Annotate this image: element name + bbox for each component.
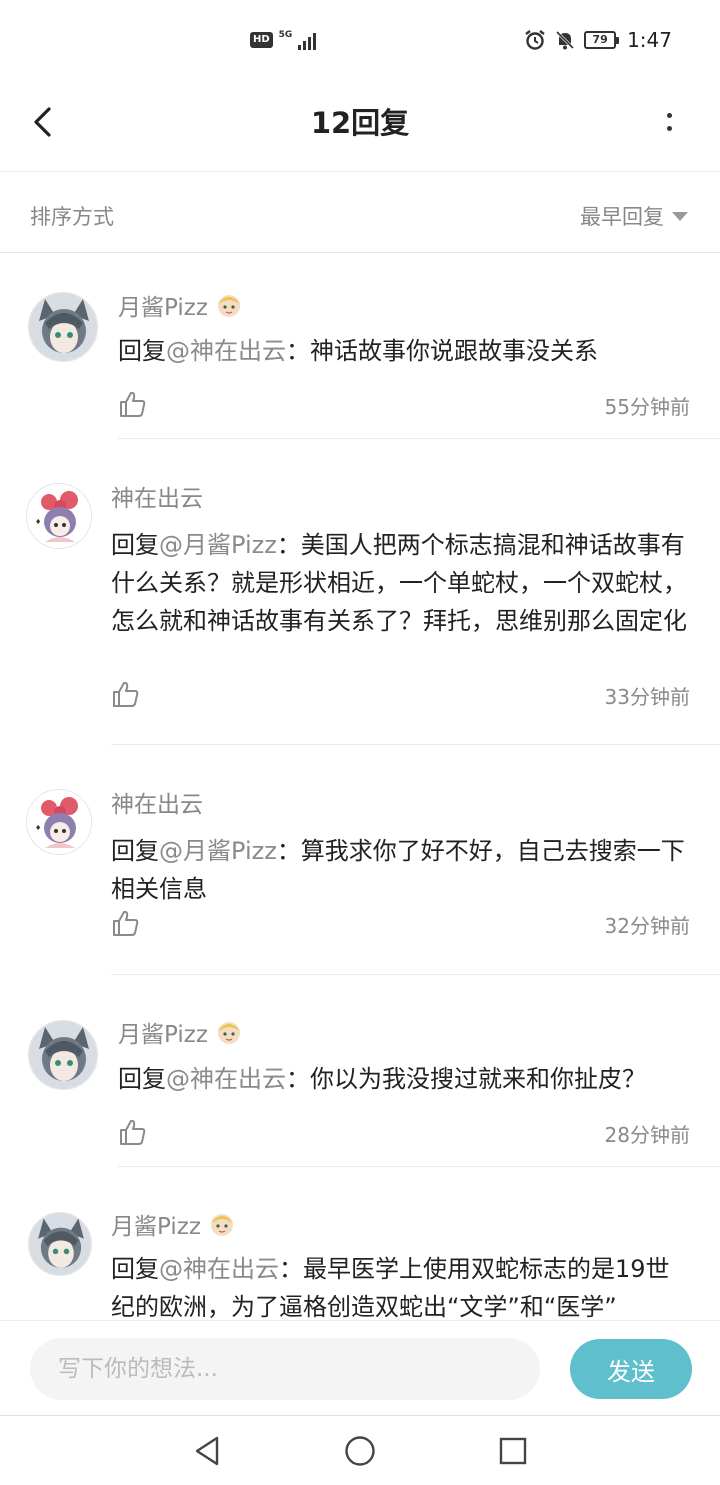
sort-selected-value: 最早回复 xyxy=(580,205,664,229)
svg-text:♦: ♦ xyxy=(35,518,41,526)
author-name[interactable]: 神在出云 xyxy=(111,785,203,819)
clock: 1:47 xyxy=(627,28,672,52)
hd-badge: HD xyxy=(250,32,273,48)
mute-bell-icon xyxy=(556,30,575,50)
page-title: 12回复 xyxy=(310,106,410,140)
nav-home-button[interactable] xyxy=(343,1434,377,1468)
reply-time: 28分钟前 xyxy=(604,1123,690,1147)
sort-dropdown[interactable]: 最早回复 xyxy=(580,201,688,231)
mention-link[interactable]: @神在出云 xyxy=(166,337,286,365)
sort-bar: 排序方式 最早回复 xyxy=(0,173,720,253)
reply-item: ♦ 神在出云 回复@月酱Pizz：美国人把两个标志搞混和神话故事有什么关系？就是… xyxy=(0,439,720,745)
circle-home-icon xyxy=(345,1436,375,1466)
mention-link[interactable]: @月酱Pizz xyxy=(159,531,277,559)
triangle-down-icon xyxy=(672,211,688,221)
avatar[interactable] xyxy=(28,292,98,362)
avatar[interactable]: ♦ xyxy=(26,789,92,855)
status-bar: HD 5G 79 1:47 xyxy=(0,0,720,82)
app-header: 12回复 xyxy=(0,82,720,172)
reply-time: 32分钟前 xyxy=(604,914,690,938)
reply-time: 55分钟前 xyxy=(604,395,690,419)
signal-icon xyxy=(298,30,317,50)
mention-link[interactable]: @月酱Pizz xyxy=(159,837,277,865)
author-name[interactable]: 月酱Pizz xyxy=(118,288,208,322)
reply-item: 月酱Pizz 回复@神在出云：最早医学上使用双蛇标志的是19世纪的欧洲，为了逼格… xyxy=(0,1167,720,1320)
reply-content: 回复@神在出云：你以为我没搜过就来和你扯皮？ xyxy=(118,1065,646,1093)
reply-content: 回复@神在出云：神话故事你说跟故事没关系 xyxy=(118,337,598,365)
reply-item: 月酱Pizz 回复@神在出云：你以为我没搜过就来和你扯皮？ 28分钟前 xyxy=(0,975,720,1167)
reply-time: 33分钟前 xyxy=(604,685,690,709)
thumbs-up-icon[interactable] xyxy=(111,908,141,938)
author-name[interactable]: 月酱Pizz xyxy=(111,1207,201,1241)
avatar[interactable]: ♦ xyxy=(26,483,92,549)
mention-link[interactable]: @神在出云 xyxy=(159,1255,279,1283)
comment-input[interactable] xyxy=(30,1338,540,1400)
avatar[interactable] xyxy=(28,1020,98,1090)
thumbs-up-icon[interactable] xyxy=(118,1117,148,1147)
user-badge-icon xyxy=(217,295,240,317)
triangle-back-icon xyxy=(195,1436,219,1466)
reply-content: 回复@神在出云：最早医学上使用双蛇标志的是19世纪的欧洲，为了逼格创造双蛇出“文… xyxy=(111,1255,670,1320)
svg-text:♦: ♦ xyxy=(35,824,41,832)
network-indicators: HD 5G xyxy=(250,29,317,50)
thumbs-up-icon[interactable] xyxy=(111,679,141,709)
comment-bar: 发送 xyxy=(0,1320,720,1415)
system-nav-bar xyxy=(0,1415,720,1485)
reply-content: 回复@月酱Pizz：算我求你了好不好，自己去搜索一下相关信息 xyxy=(111,837,685,903)
network-type: 5G xyxy=(278,29,293,40)
more-options-button[interactable] xyxy=(654,104,684,140)
mention-link[interactable]: @神在出云 xyxy=(166,1065,286,1093)
avatar[interactable] xyxy=(28,1212,92,1276)
battery-level: 79 xyxy=(584,31,617,49)
user-badge-icon xyxy=(210,1214,233,1236)
author-name[interactable]: 神在出云 xyxy=(111,479,203,513)
author-name[interactable]: 月酱Pizz xyxy=(118,1015,208,1049)
user-badge-icon xyxy=(217,1022,240,1044)
battery-icon: 79 xyxy=(584,31,620,49)
thumbs-up-icon[interactable] xyxy=(118,389,148,419)
more-vertical-icon xyxy=(666,113,672,118)
nav-recent-button[interactable] xyxy=(496,1434,530,1468)
status-right: 79 1:47 xyxy=(524,28,672,52)
send-button[interactable]: 发送 xyxy=(570,1339,692,1399)
alarm-icon xyxy=(525,30,545,50)
nav-back-button[interactable] xyxy=(190,1434,224,1468)
reply-item: 月酱Pizz 回复@神在出云：神话故事你说跟故事没关系 55分钟前 xyxy=(0,254,720,439)
reply-list[interactable]: 月酱Pizz 回复@神在出云：神话故事你说跟故事没关系 55分钟前 ♦ 神在出云… xyxy=(0,254,720,1320)
reply-content: 回复@月酱Pizz：美国人把两个标志搞混和神话故事有什么关系？就是形状相近，一个… xyxy=(111,531,687,635)
reply-item: ♦ 神在出云 回复@月酱Pizz：算我求你了好不好，自己去搜索一下相关信息 32… xyxy=(0,745,720,975)
sort-label: 排序方式 xyxy=(30,205,114,229)
square-recent-icon xyxy=(499,1437,527,1465)
